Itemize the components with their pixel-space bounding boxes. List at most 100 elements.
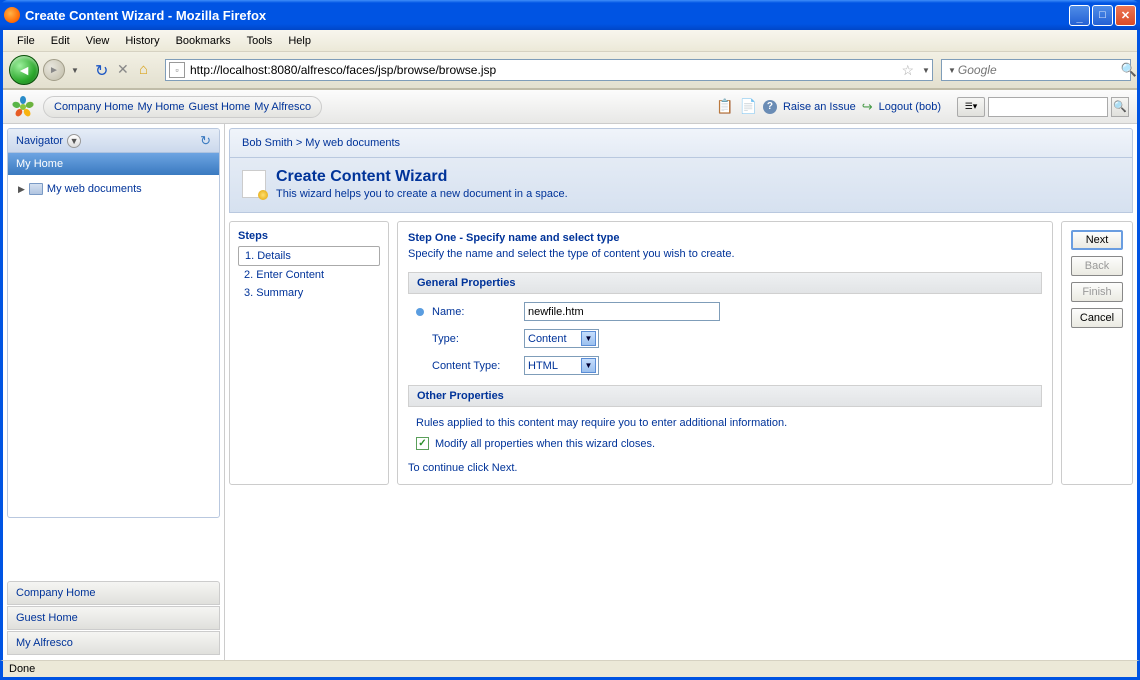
clipboard-icon[interactable]: 📋 [716, 98, 733, 115]
menu-help[interactable]: Help [280, 33, 319, 49]
modify-properties-label: Modify all properties when this wizard c… [435, 438, 655, 450]
modify-properties-row: ✓ Modify all properties when this wizard… [408, 437, 1042, 450]
menu-file[interactable]: File [9, 33, 43, 49]
alfresco-logo-icon [11, 95, 35, 119]
stop-button[interactable]: ✕ [117, 61, 135, 79]
required-icon [416, 308, 424, 316]
title-bar: Create Content Wizard - Mozilla Firefox … [0, 0, 1140, 30]
rules-text: Rules applied to this content may requir… [408, 415, 1042, 431]
wizard-title: Create Content Wizard [276, 168, 568, 186]
sidebar: Navigator ▼ ↻ My Home ▶ My web documents [3, 124, 225, 660]
step-heading: Step One - Specify name and select type [408, 232, 1042, 244]
other-properties-header: Other Properties [408, 385, 1042, 407]
close-button[interactable]: ✕ [1115, 5, 1136, 26]
search-bar: ▼ 🔍 [941, 59, 1131, 81]
nav-my-alfresco[interactable]: My Alfresco [254, 101, 311, 113]
search-engine-dropdown[interactable]: ▼ [948, 66, 956, 75]
main-body: Navigator ▼ ↻ My Home ▶ My web documents [3, 124, 1137, 660]
step-1-details[interactable]: 1. Details [238, 246, 380, 266]
firefox-icon [4, 7, 20, 23]
cancel-button[interactable]: Cancel [1071, 308, 1123, 328]
logout-link[interactable]: Logout (bob) [879, 101, 941, 113]
name-row: Name: [408, 302, 1042, 321]
sidebar-company-home[interactable]: Company Home [7, 581, 220, 605]
next-button[interactable]: Next [1071, 230, 1123, 250]
top-actions: 📋 📄 ? Raise an Issue ↪ Logout (bob) [716, 98, 941, 115]
home-button[interactable]: ⌂ [139, 61, 157, 79]
continue-text: To continue click Next. [408, 462, 1042, 474]
help-icon[interactable]: ? [763, 100, 777, 114]
breadcrumb-current[interactable]: My web documents [305, 137, 400, 149]
address-input[interactable] [188, 60, 895, 80]
menu-history[interactable]: History [117, 33, 167, 49]
back-button[interactable]: ◄ [9, 55, 39, 85]
name-input[interactable] [524, 302, 720, 321]
sidebar-guest-home[interactable]: Guest Home [7, 606, 220, 630]
content-type-select[interactable]: HTML ▼ [524, 356, 599, 375]
refresh-icon[interactable]: ↻ [200, 133, 211, 149]
address-bar: ▫ ☆ ▼ [165, 59, 933, 81]
forward-button: ► [43, 59, 65, 81]
content-type-label: Content Type: [432, 360, 524, 372]
sidebar-my-alfresco[interactable]: My Alfresco [7, 631, 220, 655]
folder-tree: ▶ My web documents [8, 175, 219, 203]
address-dropdown[interactable]: ▼ [920, 66, 932, 75]
paste-icon[interactable]: 📄 [740, 98, 757, 115]
alfresco-topbar: Company Home My Home Guest Home My Alfre… [3, 90, 1137, 124]
nav-guest-home[interactable]: Guest Home [189, 101, 251, 113]
name-label: Name: [432, 306, 524, 318]
type-select[interactable]: Content ▼ [524, 329, 599, 348]
logout-icon[interactable]: ↪ [862, 99, 873, 115]
type-row: Type: Content ▼ [408, 329, 1042, 348]
menu-view[interactable]: View [78, 33, 118, 49]
alfresco-search-input[interactable] [988, 97, 1108, 117]
bookmark-star-icon[interactable]: ☆ [895, 62, 920, 79]
breadcrumb-root[interactable]: Bob Smith [242, 137, 293, 149]
status-bar: Done [0, 660, 1140, 680]
type-label: Type: [432, 333, 524, 345]
menu-bar: File Edit View History Bookmarks Tools H… [3, 30, 1137, 52]
nav-my-home[interactable]: My Home [137, 101, 184, 113]
step-description: Specify the name and select the type of … [408, 248, 1042, 260]
back-button: Back [1071, 256, 1123, 276]
tree-item-my-web-documents[interactable]: ▶ My web documents [14, 181, 213, 197]
wizard-body: Steps 1. Details 2. Enter Content 3. Sum… [229, 221, 1133, 485]
document-icon [242, 170, 266, 198]
search-go-icon[interactable]: 🔍 [1117, 62, 1140, 78]
minimize-button[interactable]: _ [1069, 5, 1090, 26]
maximize-button[interactable]: □ [1092, 5, 1113, 26]
navigator-header: Navigator ▼ ↻ [8, 129, 219, 153]
menu-tools[interactable]: Tools [239, 33, 281, 49]
search-options-button[interactable]: ☰▾ [957, 97, 985, 117]
type-value: Content [528, 333, 567, 345]
modify-properties-checkbox[interactable]: ✓ [416, 437, 429, 450]
content-type-value: HTML [528, 360, 558, 372]
nav-company-home[interactable]: Company Home [54, 101, 133, 113]
navigator-panel: Navigator ▼ ↻ My Home ▶ My web documents [7, 128, 220, 518]
navigator-title: Navigator [16, 135, 63, 147]
folder-icon [29, 183, 43, 195]
wizard-subtitle: This wizard helps you to create a new do… [276, 188, 568, 200]
step-2-enter-content[interactable]: 2. Enter Content [238, 266, 380, 284]
wizard-header: Create Content Wizard This wizard helps … [229, 158, 1133, 213]
raise-issue-link[interactable]: Raise an Issue [783, 101, 856, 113]
main-nav: Company Home My Home Guest Home My Alfre… [43, 96, 322, 118]
menu-bookmarks[interactable]: Bookmarks [168, 33, 239, 49]
search-input[interactable] [956, 63, 1117, 77]
alfresco-search: ☰▾ 🔍 [957, 97, 1129, 117]
history-dropdown[interactable]: ▼ [69, 66, 81, 75]
reload-button[interactable]: ↻ [95, 61, 113, 79]
window-controls: _ □ ✕ [1069, 5, 1136, 26]
breadcrumb: Bob Smith > My web documents [229, 128, 1133, 158]
alfresco-search-go-icon[interactable]: 🔍 [1111, 97, 1129, 117]
menu-edit[interactable]: Edit [43, 33, 78, 49]
dropdown-arrow-icon: ▼ [581, 358, 596, 373]
wizard-buttons: Next Back Finish Cancel [1061, 221, 1133, 485]
sidebar-selected[interactable]: My Home [8, 153, 219, 175]
general-properties-header: General Properties [408, 272, 1042, 294]
tree-expand-icon[interactable]: ▶ [18, 184, 25, 195]
app-window: Create Content Wizard - Mozilla Firefox … [0, 0, 1140, 680]
status-text: Done [9, 663, 35, 675]
navigator-dropdown-icon[interactable]: ▼ [67, 134, 81, 148]
step-3-summary[interactable]: 3. Summary [238, 284, 380, 302]
